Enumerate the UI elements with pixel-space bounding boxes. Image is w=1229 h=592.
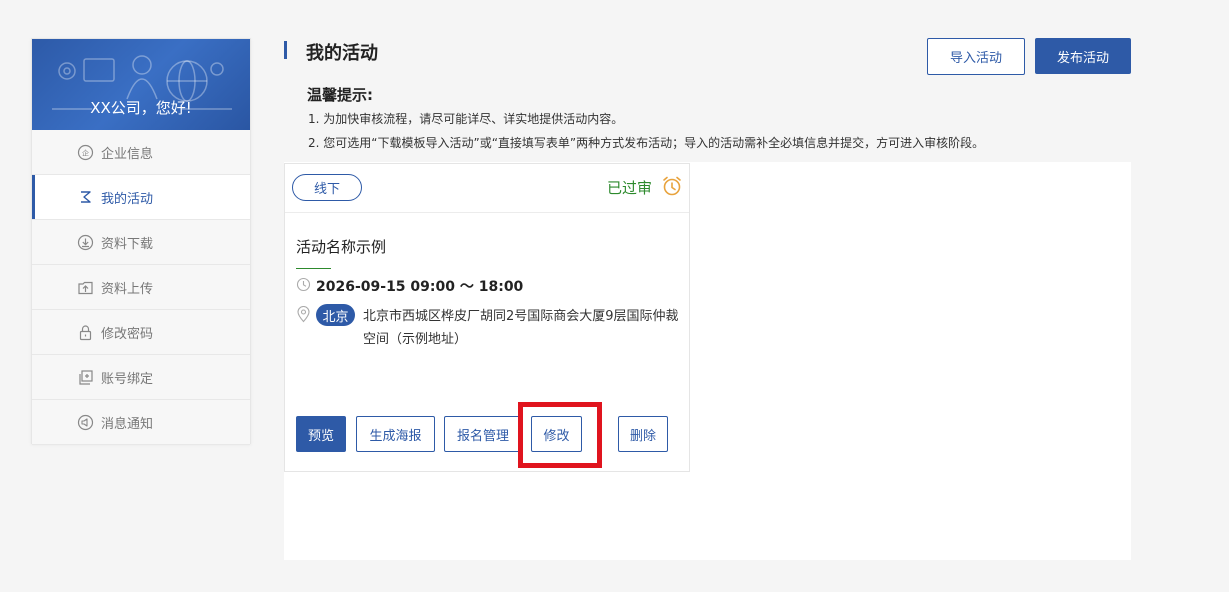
page-title: 我的活动	[306, 43, 378, 64]
activity-card: 线下 已过审 活动名称示例 2026-09-15 09:00 ～ 18:00 北…	[284, 163, 690, 472]
tip-line-2: 2. 您可选用“下载模板导入活动”或“直接填写表单”两种方式发布活动；导入的活动…	[308, 136, 985, 150]
upload-icon	[78, 281, 93, 295]
event-name: 活动名称示例	[296, 238, 387, 256]
tip-line-1: 1. 为加快审核流程，请尽可能详尽、详实地提供活动内容。	[308, 112, 624, 126]
clock-icon	[296, 277, 311, 292]
event-address: 北京市西城区桦皮厂胡同2号国际商会大厦9层国际仲裁空间（示例地址）	[363, 309, 679, 347]
city-tag: 北京	[316, 304, 355, 326]
notification-icon	[77, 414, 94, 431]
sidebar-item-change-password[interactable]: 修改密码	[32, 310, 250, 355]
sidebar-banner: XX公司，您好!	[32, 39, 250, 130]
download-icon	[77, 234, 94, 251]
event-time: 2026-09-15 09:00 ～ 18:00	[316, 279, 524, 295]
sidebar: XX公司，您好! 企 企业信息 我的活动 资料下载 资料上传 修改密码 账号绑定	[31, 38, 251, 445]
title-accent-bar	[284, 41, 287, 59]
signup-management-button[interactable]: 报名管理	[444, 416, 522, 452]
sidebar-item-label: 资料下载	[101, 236, 154, 252]
bind-icon	[79, 370, 93, 385]
sidebar-item-label: 我的活动	[101, 191, 154, 207]
sidebar-item-label: 消息通知	[101, 416, 154, 432]
publish-activity-button[interactable]: 发布活动	[1035, 38, 1131, 74]
preview-button[interactable]: 预览	[296, 416, 346, 452]
alarm-clock-icon	[663, 176, 681, 196]
sidebar-item-my-activities[interactable]: 我的活动	[32, 175, 250, 220]
sidebar-item-label: 修改密码	[101, 326, 154, 342]
sidebar-item-label: 资料上传	[101, 281, 154, 297]
generate-poster-button[interactable]: 生成海报	[356, 416, 435, 452]
event-name-underline	[296, 268, 331, 269]
sidebar-item-label: 企业信息	[101, 146, 154, 162]
enterprise-icon: 企	[77, 144, 94, 161]
sidebar-item-download[interactable]: 资料下载	[32, 220, 250, 265]
location-pin-icon	[297, 306, 310, 323]
greeting-text: XX公司，您好!	[90, 99, 192, 117]
sidebar-menu: 企 企业信息 我的活动 资料下载 资料上传 修改密码 账号绑定 消息通知	[32, 130, 250, 445]
edit-button[interactable]: 修改	[531, 416, 582, 452]
sidebar-item-account-binding[interactable]: 账号绑定	[32, 355, 250, 400]
offline-tag: 线下	[292, 174, 362, 201]
sidebar-item-upload[interactable]: 资料上传	[32, 265, 250, 310]
delete-button[interactable]: 删除	[618, 416, 668, 452]
tips-title: 温馨提示:	[307, 86, 373, 104]
sidebar-item-notifications[interactable]: 消息通知	[32, 400, 250, 445]
lock-icon	[79, 325, 92, 341]
status-badge: 已过审	[607, 179, 653, 197]
sidebar-item-label: 账号绑定	[101, 371, 154, 387]
card-header: 线下 已过审	[285, 164, 689, 213]
sidebar-item-enterprise-info[interactable]: 企 企业信息	[32, 130, 250, 175]
import-activity-button[interactable]: 导入活动	[927, 38, 1025, 75]
activity-icon	[81, 191, 91, 203]
svg-text:企: 企	[82, 149, 89, 158]
